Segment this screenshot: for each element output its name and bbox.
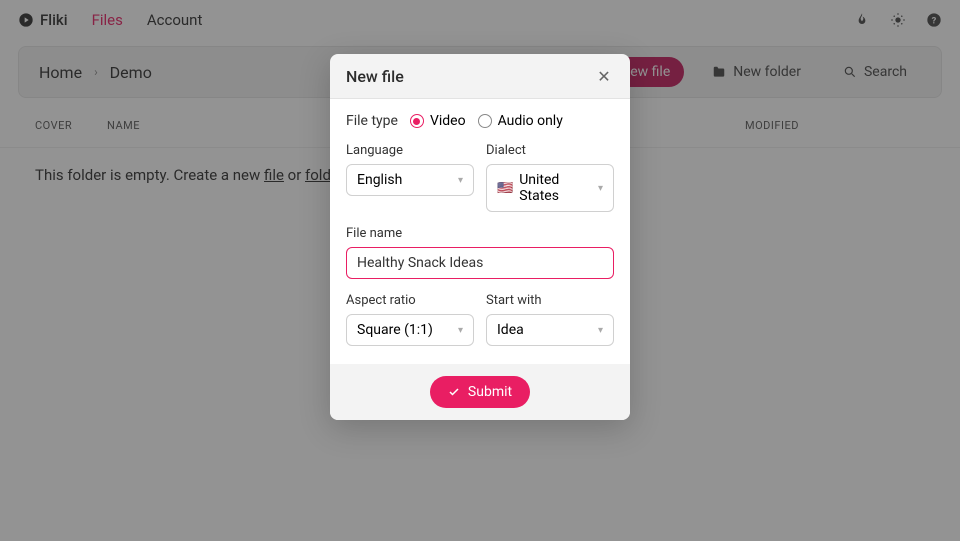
close-button[interactable]: ✕ <box>594 66 614 86</box>
modal-overlay[interactable]: New file ✕ File type Video Audio only La… <box>0 0 960 541</box>
start-label: Start with <box>486 293 614 308</box>
language-select[interactable]: English ▾ <box>346 164 474 196</box>
language-label: Language <box>346 143 474 158</box>
language-value: English <box>357 172 402 188</box>
language-group: Language English ▾ <box>346 143 474 212</box>
dialect-text: United States <box>519 172 592 204</box>
start-select[interactable]: Idea ▾ <box>486 314 614 346</box>
radio-video[interactable]: Video <box>410 113 466 129</box>
modal-title: New file <box>346 67 404 86</box>
file-type-row: File type Video Audio only <box>346 113 614 129</box>
dialect-select[interactable]: 🇺🇸 United States ▾ <box>486 164 614 212</box>
dialect-group: Dialect 🇺🇸 United States ▾ <box>486 143 614 212</box>
filename-row: File name <box>346 226 614 279</box>
chevron-down-icon: ▾ <box>598 325 603 336</box>
filename-input[interactable] <box>346 247 614 279</box>
modal-header: New file ✕ <box>330 54 630 99</box>
chevron-down-icon: ▾ <box>458 175 463 186</box>
start-value: Idea <box>497 322 524 338</box>
modal-body: File type Video Audio only Language Engl… <box>330 99 630 364</box>
aspect-label: Aspect ratio <box>346 293 474 308</box>
lang-dialect-row: Language English ▾ Dialect 🇺🇸 United Sta… <box>346 143 614 212</box>
submit-button[interactable]: Submit <box>430 376 530 408</box>
radio-unselected-icon <box>478 114 492 128</box>
audio-label: Audio only <box>498 113 563 129</box>
aspect-group: Aspect ratio Square (1:1) ▾ <box>346 293 474 346</box>
dialect-value: 🇺🇸 United States <box>497 172 592 204</box>
check-icon <box>448 386 460 398</box>
start-group: Start with Idea ▾ <box>486 293 614 346</box>
modal-footer: Submit <box>330 364 630 420</box>
filename-group: File name <box>346 226 614 279</box>
file-type-label: File type <box>346 113 398 129</box>
flag-icon: 🇺🇸 <box>497 181 513 196</box>
aspect-value: Square (1:1) <box>357 322 433 338</box>
close-icon: ✕ <box>597 67 610 86</box>
video-label: Video <box>430 113 466 129</box>
submit-label: Submit <box>468 384 512 400</box>
new-file-modal: New file ✕ File type Video Audio only La… <box>330 54 630 420</box>
radio-selected-icon <box>410 114 424 128</box>
chevron-down-icon: ▾ <box>598 183 603 194</box>
chevron-down-icon: ▾ <box>458 325 463 336</box>
aspect-start-row: Aspect ratio Square (1:1) ▾ Start with I… <box>346 293 614 346</box>
filename-label: File name <box>346 226 614 241</box>
aspect-select[interactable]: Square (1:1) ▾ <box>346 314 474 346</box>
dialect-label: Dialect <box>486 143 614 158</box>
radio-audio[interactable]: Audio only <box>478 113 563 129</box>
